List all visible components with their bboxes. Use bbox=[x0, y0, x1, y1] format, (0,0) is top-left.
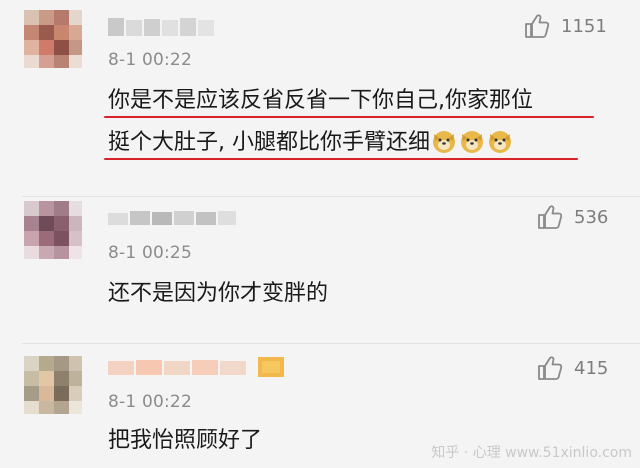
thumbs-up-icon bbox=[538, 356, 563, 380]
comment-text: 挺个大肚子, 小腿都比你手臂还细 bbox=[108, 130, 430, 155]
doge-emoji bbox=[489, 131, 511, 153]
comment-item: 8-1 00:22 1151 你是不是应该反省反省一下你自己,你家那位 挺个大肚… bbox=[0, 0, 640, 196]
comment-text-line: 还不是因为你才变胖的 bbox=[108, 281, 329, 306]
comment-text-line: 把我怡照顾好了 bbox=[108, 428, 263, 453]
blurred-name-image bbox=[108, 18, 214, 36]
thumbs-up-icon bbox=[525, 14, 550, 38]
avatar[interactable] bbox=[24, 201, 82, 259]
comment-timestamp: 8-1 00:25 bbox=[108, 243, 192, 263]
blurred-name-image bbox=[108, 211, 236, 225]
username-blurred[interactable] bbox=[108, 14, 218, 40]
comment-text-line-with-emoji: 挺个大肚子, 小腿都比你手臂还细 bbox=[108, 128, 514, 158]
red-underline bbox=[104, 158, 578, 160]
avatar[interactable] bbox=[24, 356, 82, 414]
thumbs-up-icon bbox=[538, 205, 563, 229]
comment-item: 8-1 00:25 536 还不是因为你才变胖的 bbox=[0, 197, 640, 343]
comment-text-line: 你是不是应该反省反省一下你自己,你家那位 bbox=[108, 88, 533, 113]
doge-emoji bbox=[433, 131, 455, 153]
pixelated-avatar-image bbox=[24, 201, 82, 259]
username-blurred[interactable] bbox=[108, 205, 238, 231]
pixelated-avatar-image bbox=[24, 10, 82, 68]
like-button[interactable]: 536 bbox=[536, 203, 608, 231]
username-blurred[interactable] bbox=[108, 354, 288, 380]
like-count: 1151 bbox=[561, 15, 607, 37]
avatar[interactable] bbox=[24, 10, 82, 68]
like-count: 536 bbox=[574, 206, 609, 228]
comment-timestamp: 8-1 00:22 bbox=[108, 392, 192, 412]
doge-emoji bbox=[461, 131, 483, 153]
like-button[interactable]: 415 bbox=[536, 354, 608, 382]
blurred-name-image bbox=[108, 357, 284, 377]
comment-timestamp: 8-1 00:22 bbox=[108, 50, 192, 70]
like-button[interactable]: 1151 bbox=[523, 12, 607, 40]
red-underline bbox=[104, 116, 594, 118]
like-count: 415 bbox=[574, 357, 609, 379]
pixelated-avatar-image bbox=[24, 356, 82, 414]
watermark: 知乎 · 心理 www.51xinlio.com bbox=[431, 445, 632, 461]
